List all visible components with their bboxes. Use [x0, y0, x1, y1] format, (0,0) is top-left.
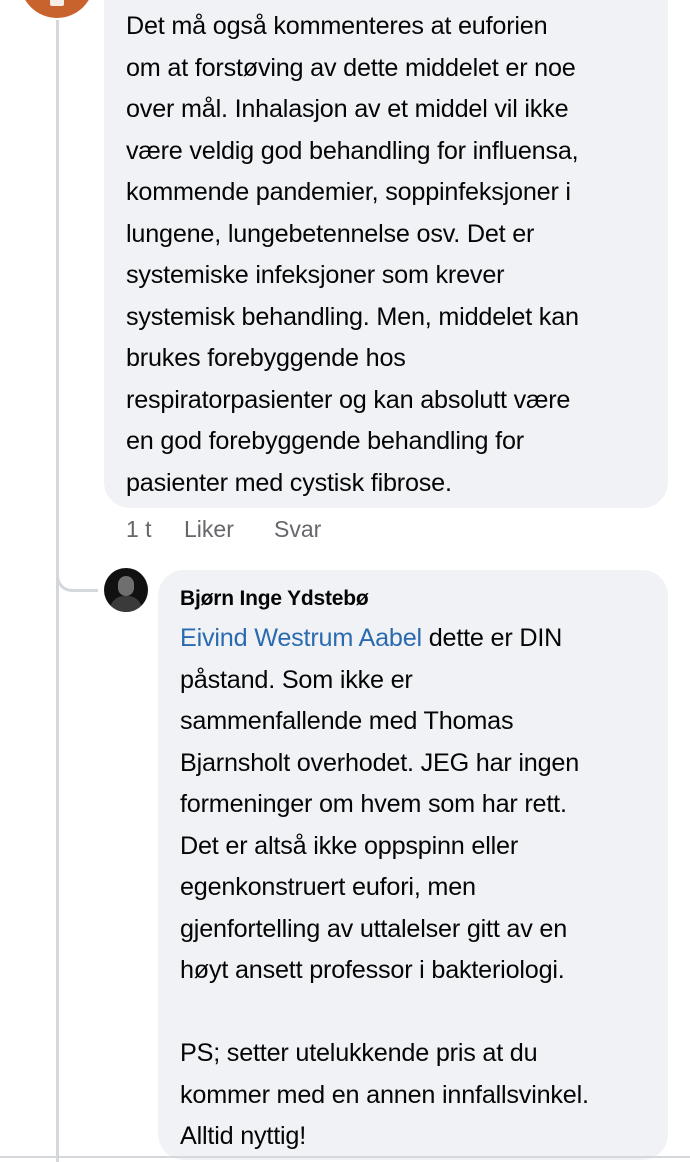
comment-bubble: Det må også kommenteres at euforien om a… [104, 0, 668, 508]
avatar[interactable] [20, 0, 94, 18]
comment-text: Det må også kommenteres at euforien om a… [126, 12, 579, 497]
like-button[interactable]: Liker [184, 516, 274, 543]
mention-link[interactable]: Eivind Westrum Aabel [180, 624, 422, 652]
thread-line [56, 20, 59, 1162]
reply-body: dette er DIN påstand. Som ikke er sammen… [180, 624, 589, 1150]
reply-text: Eivind Westrum Aabel dette er DIN påstan… [180, 618, 648, 1158]
comment-actions: 1 t Liker Svar [126, 516, 321, 543]
reply-bubble: Bjørn Inge Ydstebø Eivind Westrum Aabel … [158, 570, 668, 1160]
reply-author-name[interactable]: Bjørn Inge Ydstebø [180, 586, 648, 612]
reply-thread-connector [56, 520, 98, 592]
avatar[interactable] [104, 568, 148, 612]
avatar-shoulders [110, 596, 142, 612]
avatar-figure [50, 0, 64, 6]
comment-timestamp[interactable]: 1 t [126, 516, 184, 543]
bottom-divider [0, 1156, 690, 1158]
avatar-face [118, 576, 134, 596]
reply-button[interactable]: Svar [274, 516, 321, 543]
